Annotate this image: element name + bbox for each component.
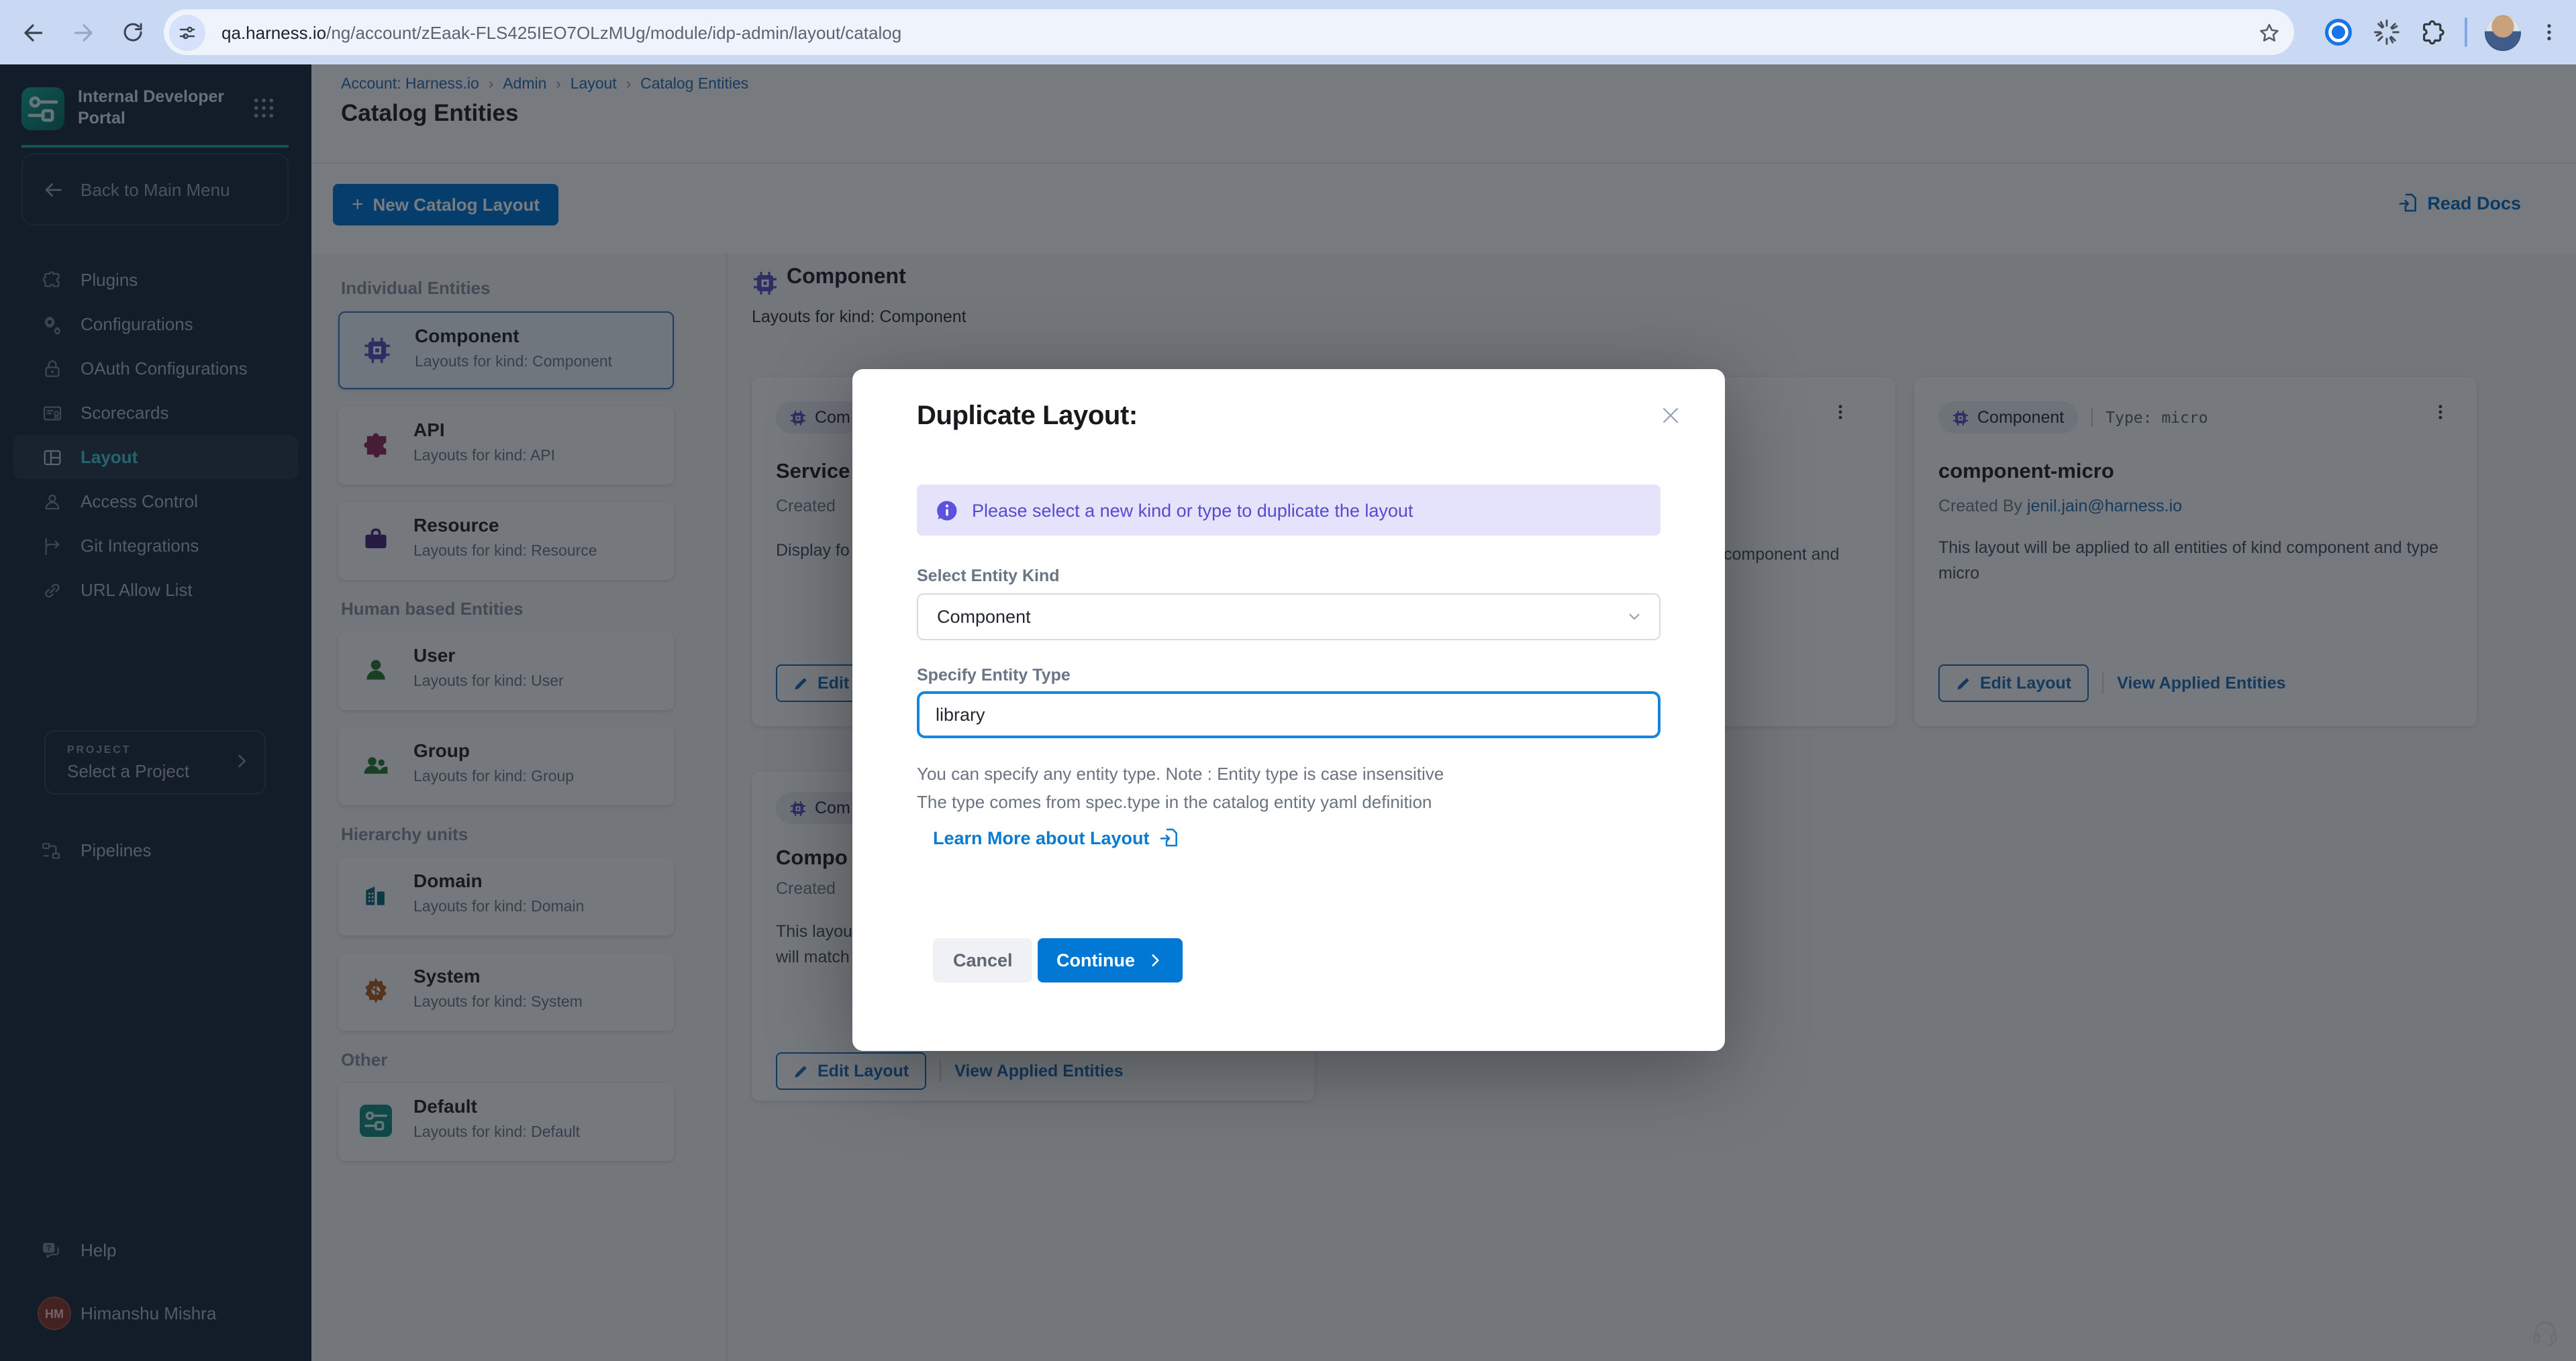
screen: qa.harness.io/ng/account/zEaak-FLS425IEO… [0, 0, 2576, 1361]
close-icon[interactable] [1659, 404, 1682, 427]
type-field-label: Specify Entity Type [917, 666, 1071, 685]
doc-external-icon [1159, 827, 1181, 848]
browser-menu-kebab-icon[interactable] [2538, 20, 2560, 44]
app-window: Internal Developer Portal Back to Main M… [0, 64, 2576, 1361]
browser-reload-button[interactable] [114, 13, 152, 51]
browser-forward-button[interactable] [64, 13, 102, 51]
address-bar[interactable]: qa.harness.io/ng/account/zEaak-FLS425IEO… [164, 9, 2294, 55]
burst-extension-icon[interactable] [2372, 17, 2401, 47]
helper-text-line1: You can specify any entity type. Note : … [917, 764, 1444, 784]
entity-kind-value: Component [937, 607, 1626, 627]
continue-button[interactable]: Continue [1038, 938, 1182, 982]
browser-toolbar: qa.harness.io/ng/account/zEaak-FLS425IEO… [0, 0, 2576, 64]
url-host: qa.harness.io [221, 22, 326, 42]
helper-text-line2: The type comes from spec.type in the cat… [917, 792, 1432, 812]
chevron-down-icon [1626, 608, 1643, 625]
bookmark-star-icon[interactable] [2258, 21, 2281, 44]
onepassword-extension-icon[interactable] [2322, 16, 2355, 48]
duplicate-layout-dialog: Duplicate Layout: Please select a new ki… [852, 369, 1725, 1051]
info-banner: Please select a new kind or type to dupl… [917, 485, 1661, 536]
info-icon [936, 499, 958, 521]
toolbar-divider [2465, 17, 2467, 47]
info-banner-text: Please select a new kind or type to dupl… [972, 500, 1413, 520]
entity-kind-select[interactable]: Component [917, 593, 1661, 640]
kind-field-label: Select Entity Kind [917, 566, 1060, 585]
cancel-button[interactable]: Cancel [933, 938, 1033, 982]
url-path: /ng/account/zEaak-FLS425IEO7OLzMUg/modul… [326, 22, 901, 42]
dialog-title: Duplicate Layout: [917, 401, 1138, 432]
site-settings-icon[interactable] [169, 14, 205, 50]
browser-back-button[interactable] [13, 13, 51, 51]
toolbar-right-cluster [2322, 0, 2576, 64]
url-text: qa.harness.io/ng/account/zEaak-FLS425IEO… [221, 22, 2247, 42]
chevron-right-icon [1146, 952, 1163, 969]
extensions-puzzle-icon[interactable] [2419, 18, 2447, 46]
learn-more-link[interactable]: Learn More about Layout [933, 827, 1181, 848]
browser-profile-avatar[interactable] [2485, 14, 2521, 50]
entity-type-input[interactable] [917, 691, 1661, 738]
